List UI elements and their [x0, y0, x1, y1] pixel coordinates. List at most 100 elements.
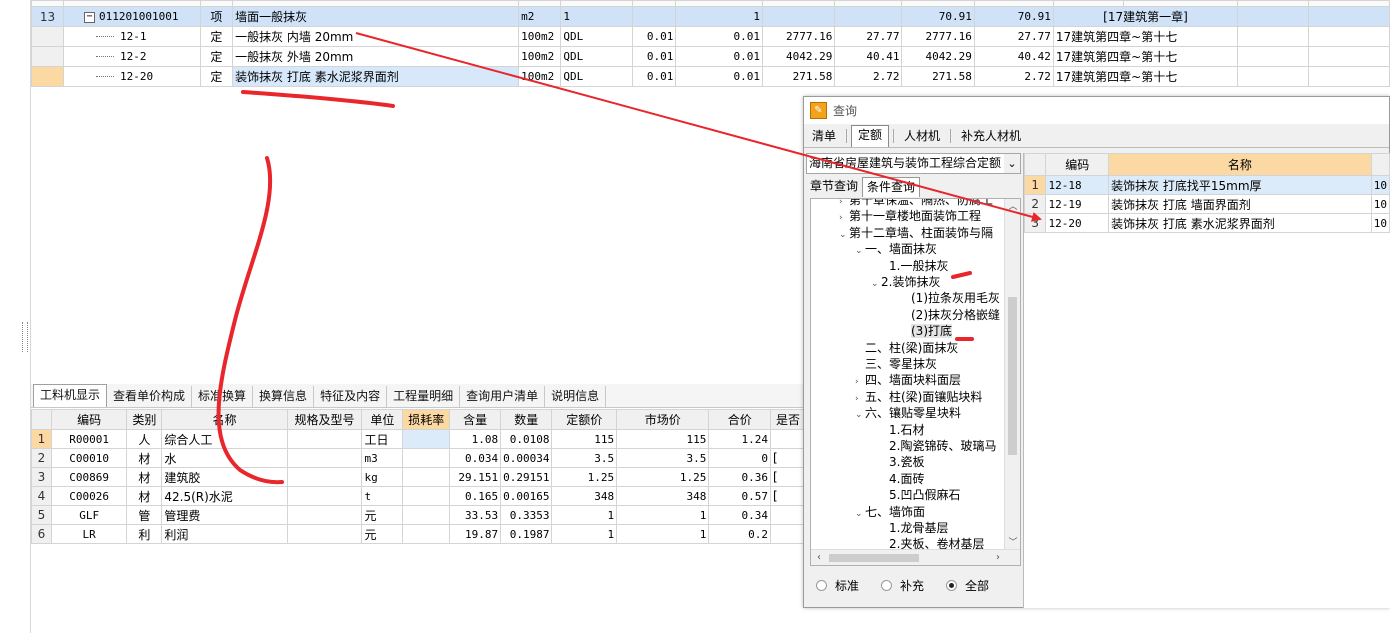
unit-cell[interactable]: t	[361, 486, 404, 506]
empty-cell[interactable]	[1237, 46, 1309, 67]
col-header-total[interactable]: 合价	[708, 409, 771, 430]
table-row[interactable]: 2 12-19 装饰抹灰 打底 墙面界面剂 10	[1023, 194, 1390, 214]
chevron-down-icon[interactable]: ⌄	[855, 506, 865, 522]
spec-cell[interactable]	[286, 429, 363, 449]
unit-cell[interactable]: 100m2	[518, 26, 562, 47]
tree-node[interactable]: (1)拉条灰用毛灰	[901, 290, 1000, 306]
radio-supplement[interactable]	[881, 580, 893, 591]
name-cell[interactable]: 装饰抹灰 打底 素水泥浆界面剂	[232, 66, 520, 87]
qty-cell[interactable]: 0.165	[449, 486, 502, 506]
market-cell[interactable]: 348	[616, 486, 710, 506]
name-cell[interactable]: 综合人工	[161, 429, 288, 449]
col-header-market[interactable]: 市场价	[616, 409, 710, 430]
price-cell[interactable]: 1	[551, 505, 618, 525]
tree-node[interactable]: 1.龙骨基层	[879, 520, 948, 536]
col-header-spec[interactable]: 规格及型号	[286, 409, 363, 430]
empty-cell[interactable]	[1237, 26, 1309, 47]
qty-cell[interactable]: 19.87	[449, 524, 502, 544]
c5-cell[interactable]: 2777.16	[901, 26, 975, 47]
c5-cell[interactable]: 4042.29	[901, 46, 975, 67]
loss-cell[interactable]	[402, 524, 451, 544]
chevron-right-icon[interactable]: ›	[839, 210, 849, 226]
type-cell[interactable]: 材	[126, 448, 163, 468]
scroll-right-icon[interactable]: ›	[990, 550, 1006, 565]
tree-node[interactable]: › 五、柱(梁)面镶贴块料	[855, 389, 982, 405]
table-row[interactable]: 5 GLF 管 管理费 元 33.53 0.3353 1 1 0.34	[31, 505, 806, 525]
name-cell[interactable]: 装饰抹灰 打底找平15mm厚	[1108, 175, 1372, 195]
market-cell[interactable]: 115	[616, 429, 710, 449]
price-cell[interactable]: 1	[551, 524, 618, 544]
chevron-right-icon[interactable]: ›	[855, 391, 865, 407]
col-header-amount[interactable]: 数量	[500, 409, 553, 430]
expr-cell[interactable]: QDL	[560, 66, 634, 87]
total-cell[interactable]: 0.57	[708, 486, 771, 506]
name-cell[interactable]: 装饰抹灰 打底 素水泥浆界面剂	[1108, 213, 1372, 233]
c4-cell[interactable]	[834, 6, 903, 27]
table-row[interactable]: 1 R00001 人 综合人工 工日 1.08 0.0108 115 115 1…	[31, 429, 806, 449]
c5-cell[interactable]: 70.91	[901, 6, 975, 27]
unit-cell[interactable]: kg	[361, 467, 404, 487]
flag-cell[interactable]: [	[770, 467, 806, 487]
name-cell[interactable]: 利润	[161, 524, 288, 544]
tab-conversion-info[interactable]: 换算信息	[253, 386, 315, 407]
tree-node[interactable]: ⌄ 2.装饰抹灰	[871, 274, 940, 290]
scroll-thumb[interactable]	[829, 554, 919, 562]
chevron-down-icon[interactable]: ⌄	[1004, 154, 1020, 173]
loss-cell[interactable]	[402, 429, 451, 449]
code-cell[interactable]: 12-18	[1045, 175, 1110, 195]
table-row[interactable]: 6 LR 利 利润 元 19.87 0.1987 1 1 0.2	[31, 524, 806, 544]
expr-cell[interactable]: QDL	[560, 46, 634, 67]
col-header-qty[interactable]: 含量	[449, 409, 502, 430]
tab-chapter-query[interactable]: 章节查询	[806, 177, 862, 197]
table-row[interactable]: 3 12-20 装饰抹灰 打底 素水泥浆界面剂 10	[1023, 213, 1390, 233]
empty-cell[interactable]	[1307, 66, 1390, 87]
tab-standard-conversion[interactable]: 标准换算	[192, 386, 254, 407]
name-cell[interactable]: 管理费	[161, 505, 288, 525]
tab-features[interactable]: 特征及内容	[314, 386, 388, 407]
total-cell[interactable]: 0.36	[708, 467, 771, 487]
tree-node[interactable]: (2)抹灰分格嵌缝	[901, 307, 1000, 323]
unit-cell[interactable]: 工日	[361, 429, 404, 449]
unit-cell[interactable]: m3	[361, 448, 404, 468]
tab-quantity-detail[interactable]: 工程量明细	[387, 386, 461, 407]
unit-cell[interactable]: 10	[1370, 175, 1390, 195]
c1-cell[interactable]: 0.01	[632, 46, 677, 67]
dialog-titlebar[interactable]: ✎ 查询	[804, 97, 1389, 124]
table-row[interactable]: 13 −011201001001 项 墙面一般抹灰 m2 1 1 70.91 7…	[31, 6, 1390, 27]
c6-cell[interactable]: 27.77	[973, 26, 1054, 47]
table-row[interactable]: 12-20 定 装饰抹灰 打底 素水泥浆界面剂 100m2 QDL 0.01 0…	[31, 66, 1390, 87]
expr-cell[interactable]: QDL	[560, 26, 634, 47]
tree-node[interactable]: 三、零星抹灰	[855, 356, 937, 372]
tab-user-list[interactable]: 查询用户清单	[460, 386, 546, 407]
kind-cell[interactable]: 项	[199, 6, 234, 27]
col-header-type[interactable]: 类别	[126, 409, 163, 430]
tab-price-breakdown[interactable]: 查看单价构成	[107, 386, 193, 407]
tree-node[interactable]: 二、柱(梁)面抹灰	[855, 340, 958, 356]
code-cell[interactable]: 12-1	[63, 26, 201, 47]
col-header-unit[interactable]: 单位	[361, 409, 404, 430]
tree-node[interactable]: ⌄ 六、镶贴零星块料	[855, 405, 961, 421]
name-cell[interactable]: 一般抹灰 外墙 20mm	[232, 46, 520, 67]
src-cell[interactable]: 17建筑第四章~第十七	[1052, 66, 1239, 87]
tree-node[interactable]: 2.陶瓷锦砖、玻璃马	[879, 438, 996, 454]
tab-bill[interactable]: 清单	[806, 127, 842, 147]
name-cell[interactable]: 建筑胶	[161, 467, 288, 487]
amount-cell[interactable]: 0.00165	[500, 486, 553, 506]
price-cell[interactable]: 115	[551, 429, 618, 449]
flag-cell[interactable]	[770, 505, 806, 525]
splitter-grip[interactable]	[22, 322, 28, 352]
spec-cell[interactable]	[286, 486, 363, 506]
tab-condition-query[interactable]: 条件查询	[862, 177, 921, 197]
market-cell[interactable]: 1	[616, 524, 710, 544]
c6-cell[interactable]: 70.91	[973, 6, 1054, 27]
empty-cell[interactable]	[1307, 6, 1390, 27]
tree-node[interactable]: ⌄ 七、墙饰面	[855, 504, 925, 520]
type-cell[interactable]: 管	[126, 505, 163, 525]
scroll-thumb[interactable]	[1008, 297, 1017, 455]
name-cell[interactable]: 装饰抹灰 打底 墙面界面剂	[1108, 194, 1372, 214]
scroll-up-icon[interactable]: ︿	[1005, 199, 1020, 215]
name-cell[interactable]: 墙面一般抹灰	[232, 6, 520, 27]
name-cell[interactable]: 42.5(R)水泥	[161, 486, 288, 506]
flag-cell[interactable]	[770, 429, 806, 449]
unit-cell[interactable]: 元	[361, 524, 404, 544]
